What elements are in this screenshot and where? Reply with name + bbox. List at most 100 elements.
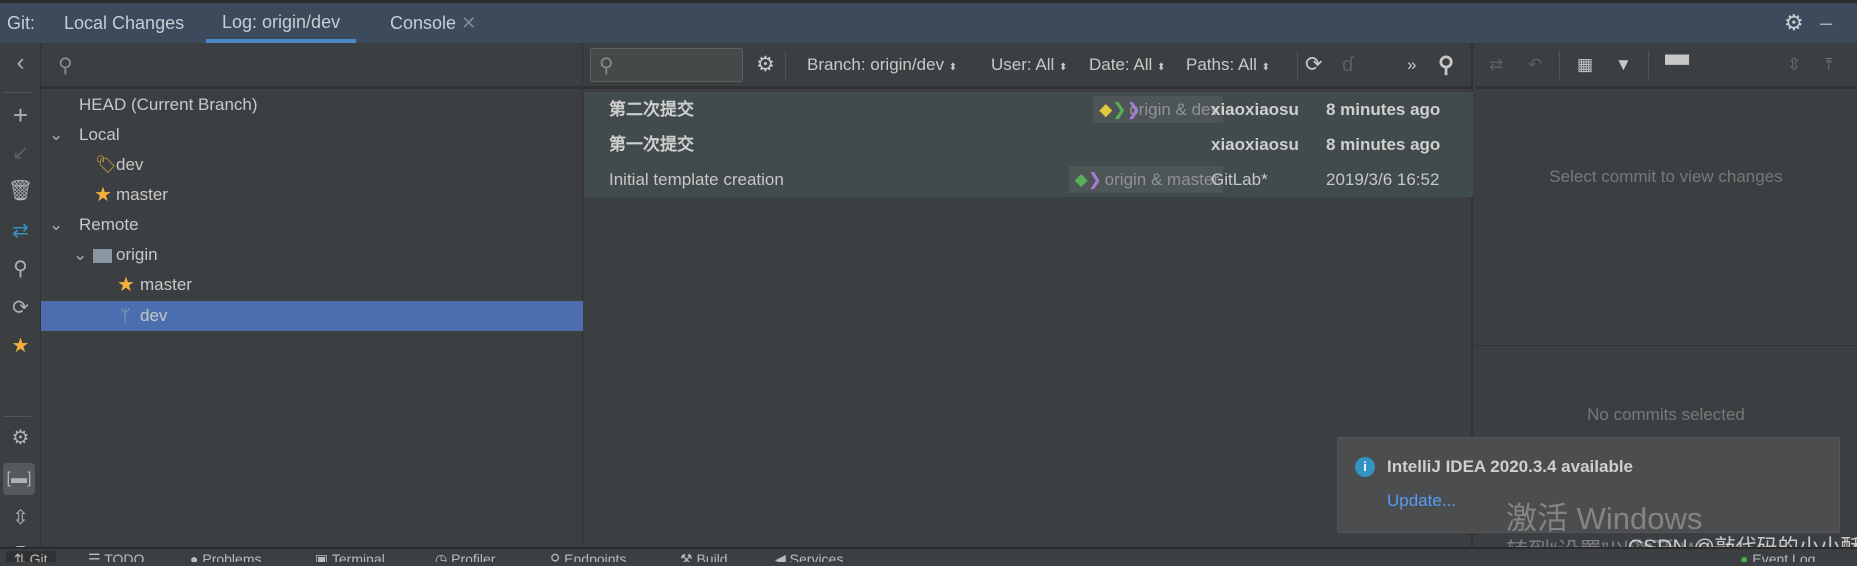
user-filter[interactable]: User: All ⬍ (991, 43, 1067, 90)
bottom-tab-todo[interactable]: ☰ TODO (88, 551, 144, 562)
log-search-input[interactable]: ⚲ (590, 48, 743, 82)
tree-item-remote[interactable]: ⌄ Remote (41, 210, 583, 240)
bottom-tab-profiler[interactable]: ◷ Profiler (435, 551, 495, 562)
divider (1559, 51, 1560, 79)
commit-message: 第二次提交 (609, 100, 694, 119)
tree-item-origin-master[interactable]: ★ master (41, 270, 583, 300)
tree-item-label: Remote (79, 215, 139, 234)
divider (4, 92, 31, 93)
search-icon: ⚲ (599, 55, 614, 77)
date-filter[interactable]: Date: All ⬍ (1089, 43, 1165, 90)
refresh-icon[interactable]: ⟳ (1305, 43, 1323, 87)
tab-log[interactable]: Log: origin/dev (206, 3, 357, 43)
branch-search[interactable]: ⚲ (41, 43, 582, 89)
merge-icon[interactable]: ⇄ (0, 218, 41, 243)
chevron-down-icon[interactable]: ⌄ (49, 210, 63, 240)
commit-row[interactable]: 第一次提交 xiaoxiaosu 8 minutes ago (584, 127, 1473, 162)
ref-label: ◆❯ origin & master (1068, 166, 1223, 193)
tag-icon: ◆❯ (1074, 170, 1102, 189)
bottom-toolwindow-bar: ⇅ Git ☰ TODO ● Problems ▣ Terminal ◷ Pro… (0, 547, 1857, 562)
tree-item-local-master[interactable]: ★ master (41, 180, 583, 210)
plus-icon[interactable]: + (0, 100, 41, 131)
divider (785, 51, 786, 79)
bottom-tab-label: Profiler (451, 551, 496, 562)
notification-title: IntelliJ IDEA 2020.3.4 available (1387, 457, 1634, 476)
layout-icon[interactable]: ▀▀ (1665, 43, 1689, 87)
search-icon[interactable]: ⚲ (1438, 43, 1454, 87)
tool-window-tabbar: Git: Local Changes Log: origin/dev Conso… (0, 0, 1857, 43)
tree-item-label: dev (116, 155, 144, 174)
commit-date: 2019/3/6 16:52 (1326, 170, 1440, 189)
settings-icon[interactable]: ⚙ (0, 425, 41, 450)
bottom-tab-label: Terminal (331, 551, 385, 562)
bottom-tab-problems[interactable]: ● Problems (190, 551, 262, 562)
ref-text: origin & master (1104, 170, 1219, 189)
search-icon: ⚲ (58, 55, 73, 77)
expand-all-icon[interactable]: ⇳ (0, 505, 41, 530)
bottom-tab-build[interactable]: ⚒ Build (680, 551, 728, 562)
group-by-icon[interactable]: ▦ (1577, 43, 1593, 87)
chevron-left-icon[interactable]: ‹ (0, 49, 41, 77)
commit-message: 第一次提交 (609, 135, 694, 154)
chevron-down-icon[interactable]: ⌄ (73, 240, 87, 270)
tree-item-label: HEAD (Current Branch) (79, 95, 258, 114)
update-link[interactable]: Update... (1387, 491, 1456, 511)
user-filter-label: User: All (991, 55, 1055, 74)
bottom-tab-label: Event Log (1752, 551, 1816, 562)
branch-icon: ᛘ (120, 306, 131, 325)
tree-item-label: Local (79, 125, 120, 144)
revert-icon[interactable]: ↶ (1528, 43, 1542, 87)
bottom-tab-terminal[interactable]: ▣ Terminal (315, 551, 385, 562)
paths-filter[interactable]: Paths: All ⬍ (1186, 43, 1270, 90)
expand-all-icon[interactable]: ⇳ (1787, 43, 1801, 87)
tab-console-label: Console (390, 13, 457, 33)
more-icon[interactable]: » (1407, 43, 1416, 87)
delete-icon[interactable]: 🗑 (0, 178, 41, 203)
commit-row[interactable]: 第二次提交 ◆❯❯ origin & dev xiaoxiaosu 8 minut… (584, 92, 1473, 127)
search-icon[interactable]: ⚲ (0, 256, 41, 281)
tree-item-label: master (116, 185, 168, 204)
tag-icon: 🏷 (95, 155, 117, 174)
branches-tree-panel: ⚲ HEAD (Current Branch) ⌄ Local 🏷 dev ★ mas… (41, 43, 583, 547)
commit-details-hint: No commits selected (1587, 405, 1745, 424)
ref-text: origin & dev (1129, 100, 1219, 119)
details-toolbar: ⇄ ↶ ▦ ▼ ▀▀ ⇳ ⤒ (1475, 43, 1857, 89)
paths-filter-label: Paths: All (1186, 55, 1257, 74)
tree-item-head[interactable]: HEAD (Current Branch) (41, 90, 583, 120)
checkout-arrow-icon[interactable]: ↙ (0, 140, 41, 165)
tree-item-local-dev[interactable]: 🏷 dev (41, 150, 583, 180)
tree-item-origin[interactable]: ⌄ origin (41, 240, 583, 270)
collapse-all-icon[interactable]: ⤒ (1825, 43, 1833, 87)
star-icon[interactable]: ★ (0, 333, 41, 358)
bottom-tab-label: Problems (202, 551, 262, 562)
tree-item-origin-dev[interactable]: ᛘ dev (41, 301, 583, 331)
close-icon[interactable]: ✕ (461, 13, 476, 33)
commit-row[interactable]: Initial template creation ◆❯ origin & mas… (584, 162, 1473, 197)
divider (1297, 51, 1298, 79)
tab-local-changes[interactable]: Local Changes (64, 3, 184, 43)
branch-filter[interactable]: Branch: origin/dev ⬍ (807, 43, 957, 90)
tab-console[interactable]: Console ✕ (390, 3, 476, 43)
tree-item-local[interactable]: ⌄ Local (41, 120, 583, 150)
git-label: Git: (7, 13, 36, 33)
left-toolbar: ‹ + ↙ 🗑 ⇄ ⚲ ⟳ ★ ⚙ [▬] ⇳ ⤒ (0, 43, 41, 565)
cherry-pick-icon[interactable]: ɗ (1342, 43, 1353, 87)
branch-filter-label: Branch: origin/dev (807, 55, 945, 74)
divider (1475, 345, 1857, 346)
bottom-tab-event-log[interactable]: ● Event Log (1740, 551, 1815, 562)
minimize-icon[interactable]: – (1820, 3, 1832, 43)
refresh-icon[interactable]: ⟳ (0, 295, 41, 320)
filter-icon[interactable]: ▼ (1615, 43, 1632, 87)
chevron-down-icon[interactable]: ⌄ (49, 120, 63, 150)
commit-author: GitLab* (1211, 170, 1268, 189)
bottom-tab-endpoints[interactable]: ⚲ Endpoints (550, 551, 626, 562)
bottom-tab-git[interactable]: ⇅ Git (6, 551, 56, 562)
bottom-tab-label: Services (789, 551, 844, 562)
settings-icon[interactable]: ⚙ (756, 43, 775, 87)
star-icon: ★ (94, 184, 112, 206)
bottom-tab-services[interactable]: ◀ Services (775, 551, 843, 562)
tag-icon: ◆❯❯ (1099, 100, 1141, 119)
group-folder-icon[interactable]: [▬] (3, 463, 35, 495)
gear-icon[interactable]: ⚙ (1784, 3, 1804, 43)
merge-icon[interactable]: ⇄ (1489, 43, 1503, 87)
